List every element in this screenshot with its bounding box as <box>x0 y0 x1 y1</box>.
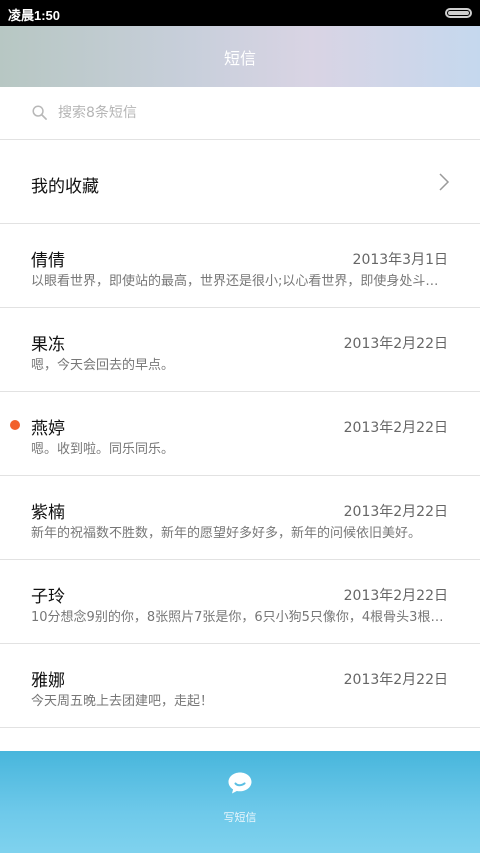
search-icon <box>32 105 47 120</box>
message-preview: 今天周五晚上去团建吧，走起！ <box>31 694 214 709</box>
bottom-bar: 写短信 <box>0 751 480 853</box>
message-item[interactable]: 倩倩 2013年3月1日 以眼看世界，即使站的最高，世界还是很小;以心看世界，即… <box>0 224 480 308</box>
message-preview: 10分想念9别的你，8张照片7张是你，6只小狗5只像你，4根骨头3根给你。 <box>31 610 449 625</box>
message-date: 2013年3月1日 <box>352 252 448 268</box>
contact-name: 雅娜 <box>31 671 65 691</box>
status-time: 凌晨1:50 <box>8 8 61 23</box>
message-date: 2013年2月22日 <box>343 672 448 688</box>
contact-name: 倩倩 <box>31 251 65 271</box>
message-item[interactable]: 燕婷 2013年2月22日 嗯。收到啦。同乐同乐。 <box>0 392 480 476</box>
message-preview: 以眼看世界，即使站的最高，世界还是很小;以心看世界，即使身处斗室，世界也是很大。 <box>31 274 449 289</box>
search-bar[interactable] <box>0 87 480 140</box>
search-input[interactable] <box>58 102 438 124</box>
unread-dot-icon <box>10 420 20 430</box>
favorites-row[interactable]: 我的收藏 <box>0 140 480 224</box>
compose-button[interactable]: 写短信 <box>200 767 280 829</box>
message-preview: 嗯。收到啦。同乐同乐。 <box>31 442 175 457</box>
chat-bubble-icon <box>228 772 252 794</box>
message-item[interactable]: 雅娜 2013年2月22日 今天周五晚上去团建吧，走起！ <box>0 644 480 728</box>
battery-fill <box>448 11 469 15</box>
message-item[interactable]: 紫楠 2013年2月22日 新年的祝福数不胜数，新年的愿望好多好多，新年的问候依… <box>0 476 480 560</box>
message-preview: 嗯，今天会回去的早点。 <box>31 358 175 373</box>
contact-name: 子玲 <box>31 587 65 607</box>
message-item[interactable]: 子玲 2013年2月22日 10分想念9别的你，8张照片7张是你，6只小狗5只像… <box>0 560 480 644</box>
message-date: 2013年2月22日 <box>343 336 448 352</box>
compose-label: 写短信 <box>223 811 257 824</box>
message-item[interactable]: 果冻 2013年2月22日 嗯，今天会回去的早点。 <box>0 308 480 392</box>
app-header: 短信 <box>0 26 480 87</box>
status-bar: 凌晨1:50 <box>0 0 480 26</box>
contact-name: 燕婷 <box>31 419 65 439</box>
message-list: 倩倩 2013年3月1日 以眼看世界，即使站的最高，世界还是很小;以心看世界，即… <box>0 224 480 728</box>
chevron-right-icon <box>439 173 450 191</box>
favorites-label: 我的收藏 <box>31 177 99 197</box>
message-date: 2013年2月22日 <box>343 588 448 604</box>
message-preview: 新年的祝福数不胜数，新年的愿望好多好多，新年的问候依旧美好。 <box>31 526 422 541</box>
battery-icon <box>445 8 472 18</box>
contact-name: 果冻 <box>31 335 65 355</box>
contact-name: 紫楠 <box>31 503 65 523</box>
message-date: 2013年2月22日 <box>343 504 448 520</box>
page-title: 短信 <box>223 49 256 68</box>
message-date: 2013年2月22日 <box>343 420 448 436</box>
